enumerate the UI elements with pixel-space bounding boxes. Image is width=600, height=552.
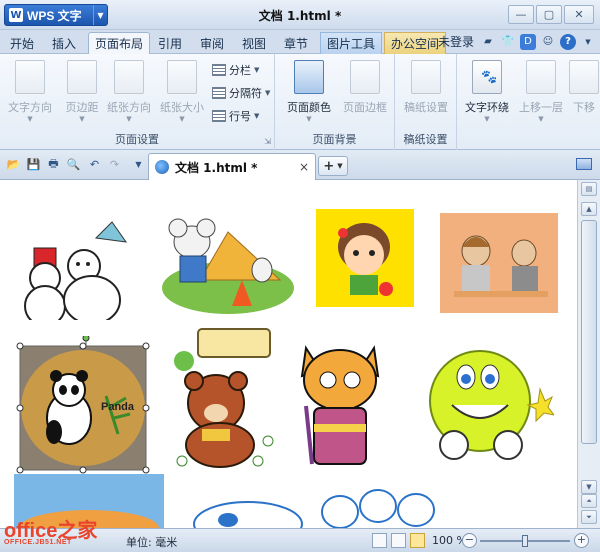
html-document-icon (155, 160, 169, 174)
line-numbers-button[interactable]: 行号 ▼ (212, 108, 259, 124)
document-tab-bar: 📂 💾 🖶 🔍 ↶ ↷ ▼ 文档 1.html * × + ▼ (0, 150, 600, 180)
page-view-icon[interactable] (372, 533, 387, 548)
tab-view[interactable]: 视图 (236, 32, 272, 54)
new-tab-button[interactable]: + ▼ (318, 156, 348, 176)
web-view-icon[interactable] (391, 533, 406, 548)
close-tab-icon[interactable]: × (299, 160, 309, 174)
page-icon[interactable]: ▤ (581, 182, 597, 196)
mice-camping-clipart[interactable] (162, 210, 294, 314)
margins-button[interactable]: 页边距 ▼ (58, 60, 106, 123)
reading-view-icon[interactable] (410, 533, 425, 548)
close-button[interactable]: ✕ (564, 5, 594, 24)
page-border-icon (350, 60, 380, 94)
user-icon[interactable]: ☺ (540, 34, 556, 50)
tab-picture-tools[interactable]: 图片工具 (320, 32, 383, 54)
couple-at-table-clipart[interactable] (440, 213, 558, 313)
dialog-launcher-icon[interactable]: ⇲ (264, 137, 271, 146)
zoom-slider-thumb[interactable] (522, 535, 528, 547)
scroll-up-icon[interactable]: ▲ (581, 202, 597, 216)
help-icon[interactable]: ? (560, 33, 576, 50)
zoom-in-button[interactable]: + (574, 533, 589, 548)
cat-in-kimono-clipart[interactable] (298, 340, 382, 470)
bring-forward-icon (526, 60, 556, 94)
ribbon: 文字方向 ▼ 页边距 ▼ 纸张方向 ▼ 纸张大小 ▼ 分栏▼ 分隔符▼ 行号 (0, 54, 600, 150)
breaks-icon (212, 87, 226, 99)
page-color-icon (294, 60, 324, 94)
text-wrap-button[interactable]: 🐾 文字环绕 ▼ (463, 60, 511, 123)
orientation-button[interactable]: 纸张方向 ▼ (105, 60, 153, 123)
group-manuscript: 稿纸设置 稿纸设置 (395, 54, 457, 150)
open-folder-icon[interactable]: 📂 (5, 156, 22, 173)
document-canvas[interactable]: Panda (0, 180, 577, 528)
text-direction-icon (15, 60, 45, 94)
group-page-setup: 文字方向 ▼ 页边距 ▼ 纸张方向 ▼ 纸张大小 ▼ 分栏▼ 分隔符▼ 行号 (0, 54, 275, 150)
tab-references[interactable]: 引用 (152, 32, 188, 54)
tab-sections[interactable]: 章节 (278, 32, 314, 54)
document-tab-name: 文档 1.html * (175, 160, 258, 175)
save-icon[interactable]: 💾 (25, 156, 42, 173)
paper-size-icon (167, 60, 197, 94)
redo-icon[interactable]: ↷ (106, 156, 123, 173)
page-color-button[interactable]: 页面颜色 ▼ (285, 60, 333, 123)
next-page-icon[interactable]: ⏷ (581, 510, 597, 524)
group-label-page-setup: 页面设置 (115, 133, 159, 146)
zoom-out-button[interactable]: − (462, 533, 477, 548)
vertical-scrollbar[interactable]: ▤ ▲ ▼ ⏶ ⏷ (577, 180, 600, 528)
breaks-button[interactable]: 分隔符 ▼ (212, 85, 270, 101)
tab-insert[interactable]: 插入 (46, 32, 82, 54)
manuscript-icon (411, 60, 441, 94)
tab-start[interactable]: 开始 (4, 32, 40, 54)
tab-review[interactable]: 审阅 (194, 32, 230, 54)
chevron-down-icon[interactable]: ▼ (580, 34, 596, 50)
orientation-icon (114, 60, 144, 94)
login-status[interactable]: 未登录 (438, 33, 474, 50)
feedback-icon[interactable]: D (520, 33, 536, 50)
line-numbers-icon (212, 110, 226, 122)
snowman-bear-clipart[interactable] (14, 208, 132, 320)
shirt-icon[interactable]: 👕 (500, 34, 516, 50)
group-label-manuscript: 稿纸设置 (403, 133, 448, 146)
text-wrap-icon: 🐾 (472, 60, 502, 94)
group-label-page-background: 页面背景 (312, 133, 357, 146)
scrollbar-thumb[interactable] (581, 220, 597, 444)
group-page-background: 页面颜色 ▼ 页面边框 页面背景 (275, 54, 395, 150)
tab-office-space[interactable]: 办公空间 (384, 32, 447, 54)
title-bar: W WPS 文字 ▼ 文档 1.html * — ▢ ✕ (0, 0, 600, 30)
paper-size-button[interactable]: 纸张大小 ▼ (158, 60, 206, 123)
quick-access-dropdown-icon[interactable]: ▼ (130, 156, 147, 173)
print-icon[interactable]: 🖶 (45, 156, 62, 173)
restore-button[interactable]: ▢ (536, 5, 562, 24)
minimize-button[interactable]: — (508, 5, 534, 24)
send-backward-icon (569, 60, 599, 94)
panda-caption: Panda (101, 401, 135, 413)
green-smiley-clipart[interactable] (424, 345, 554, 469)
bring-forward-button[interactable]: 上移一层 ▼ (517, 60, 565, 123)
tab-page-layout[interactable]: 页面布局 (88, 32, 151, 54)
unit-label: 单位: 毫米 (126, 536, 178, 549)
skin-icon[interactable]: ▰ (480, 34, 496, 50)
site-watermark: office之家 OFFICE.JB51.NET (4, 520, 98, 546)
margins-icon (67, 60, 97, 94)
document-tab[interactable]: 文档 1.html * × (148, 153, 316, 180)
manuscript-setup-button[interactable]: 稿纸设置 (402, 60, 450, 115)
cow-clipart-partial[interactable] (168, 484, 318, 528)
task-pane-icon[interactable] (576, 158, 592, 170)
cartoon-animals-clipart-partial[interactable] (316, 476, 436, 528)
previous-page-icon[interactable]: ⏶ (581, 494, 597, 508)
scroll-down-icon[interactable]: ▼ (581, 480, 597, 494)
girl-with-snail-clipart[interactable] (316, 209, 414, 307)
menu-tab-bar: 开始 插入 页面布局 引用 审阅 视图 章节 图片工具 办公空间 未登录 ▰ 👕… (0, 30, 600, 54)
columns-button[interactable]: 分栏 ▼ (212, 62, 259, 78)
print-preview-icon[interactable]: 🔍 (65, 156, 82, 173)
undo-icon[interactable]: ↶ (86, 156, 103, 173)
columns-icon (212, 64, 226, 76)
group-arrange: 🐾 文字环绕 ▼ 上移一层 ▼ 下移 (457, 54, 600, 150)
send-backward-button[interactable]: 下移 (569, 60, 599, 115)
bear-with-sign-clipart[interactable] (168, 325, 278, 470)
page-border-button[interactable]: 页面边框 (341, 60, 389, 115)
text-direction-button[interactable]: 文字方向 ▼ (6, 60, 54, 123)
